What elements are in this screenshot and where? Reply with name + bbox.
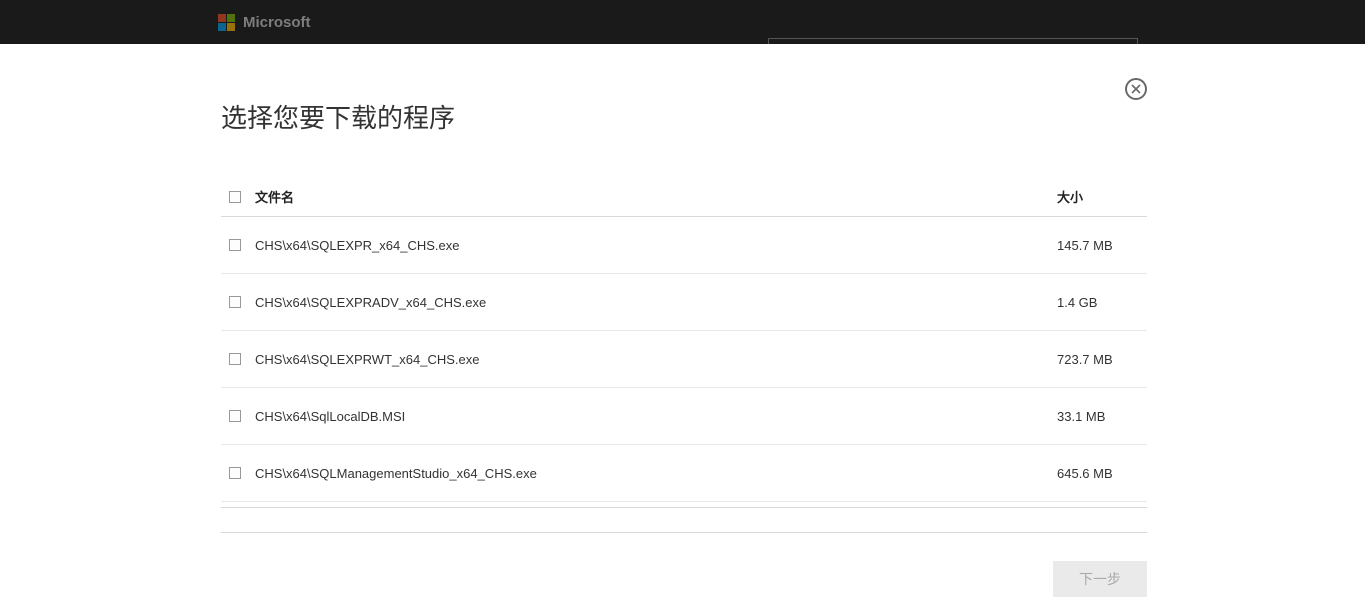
table-bottom-divider [221,532,1147,533]
file-size: 145.7 MB [1057,238,1147,253]
microsoft-logo-icon [218,14,235,31]
row-checkbox[interactable] [229,296,241,308]
row-checkbox[interactable] [229,239,241,251]
table-row: CHS\x64\SQLEXPRWT_x64_CHS.exe 723.7 MB [221,331,1147,388]
table-scroll-area[interactable]: CHS\x64\SQLEXPR_x64_CHS.exe 145.7 MB CHS… [221,217,1147,507]
file-size: 723.7 MB [1057,352,1147,367]
row-checkbox[interactable] [229,353,241,365]
microsoft-brand-text: Microsoft [243,14,311,31]
column-header-filename[interactable]: 文件名 [255,187,1057,206]
file-size: 33.1 MB [1057,409,1147,424]
close-button[interactable] [1125,78,1147,100]
dialog-footer: 下一步 [221,561,1147,597]
select-all-checkbox[interactable] [229,191,241,203]
top-bar: Microsoft [0,0,1365,44]
table-row: CHS\x64\SqlLocalDB.MSI 33.1 MB [221,388,1147,445]
next-button[interactable]: 下一步 [1053,561,1147,597]
file-name: CHS\x64\SQLEXPRADV_x64_CHS.exe [255,295,1057,310]
row-checkbox[interactable] [229,467,241,479]
table-row: CHS\x64\SQLManagementStudio_x64_CHS.exe … [221,445,1147,502]
file-name: CHS\x64\SQLEXPRWT_x64_CHS.exe [255,352,1057,367]
close-icon [1131,84,1141,94]
column-header-size[interactable]: 大小 [1057,187,1147,206]
download-dialog: 选择您要下载的程序 文件名 大小 CHS\x64\SQLEXPR_x64_CHS… [0,44,1365,594]
row-checkbox[interactable] [229,410,241,422]
table-header-row: 文件名 大小 [221,179,1147,217]
file-name: CHS\x64\SqlLocalDB.MSI [255,409,1057,424]
file-table: 文件名 大小 CHS\x64\SQLEXPR_x64_CHS.exe 145.7… [221,179,1147,508]
table-row: CHS\x64\SQLEXPRADV_x64_CHS.exe 1.4 GB [221,274,1147,331]
table-row: CHS\x64\SQLEXPR_x64_CHS.exe 145.7 MB [221,217,1147,274]
dialog-title: 选择您要下载的程序 [221,98,1147,135]
file-size: 645.6 MB [1057,466,1147,481]
file-size: 1.4 GB [1057,295,1147,310]
file-name: CHS\x64\SQLEXPR_x64_CHS.exe [255,238,1057,253]
microsoft-logo[interactable]: Microsoft [218,14,311,31]
file-name: CHS\x64\SQLManagementStudio_x64_CHS.exe [255,466,1057,481]
